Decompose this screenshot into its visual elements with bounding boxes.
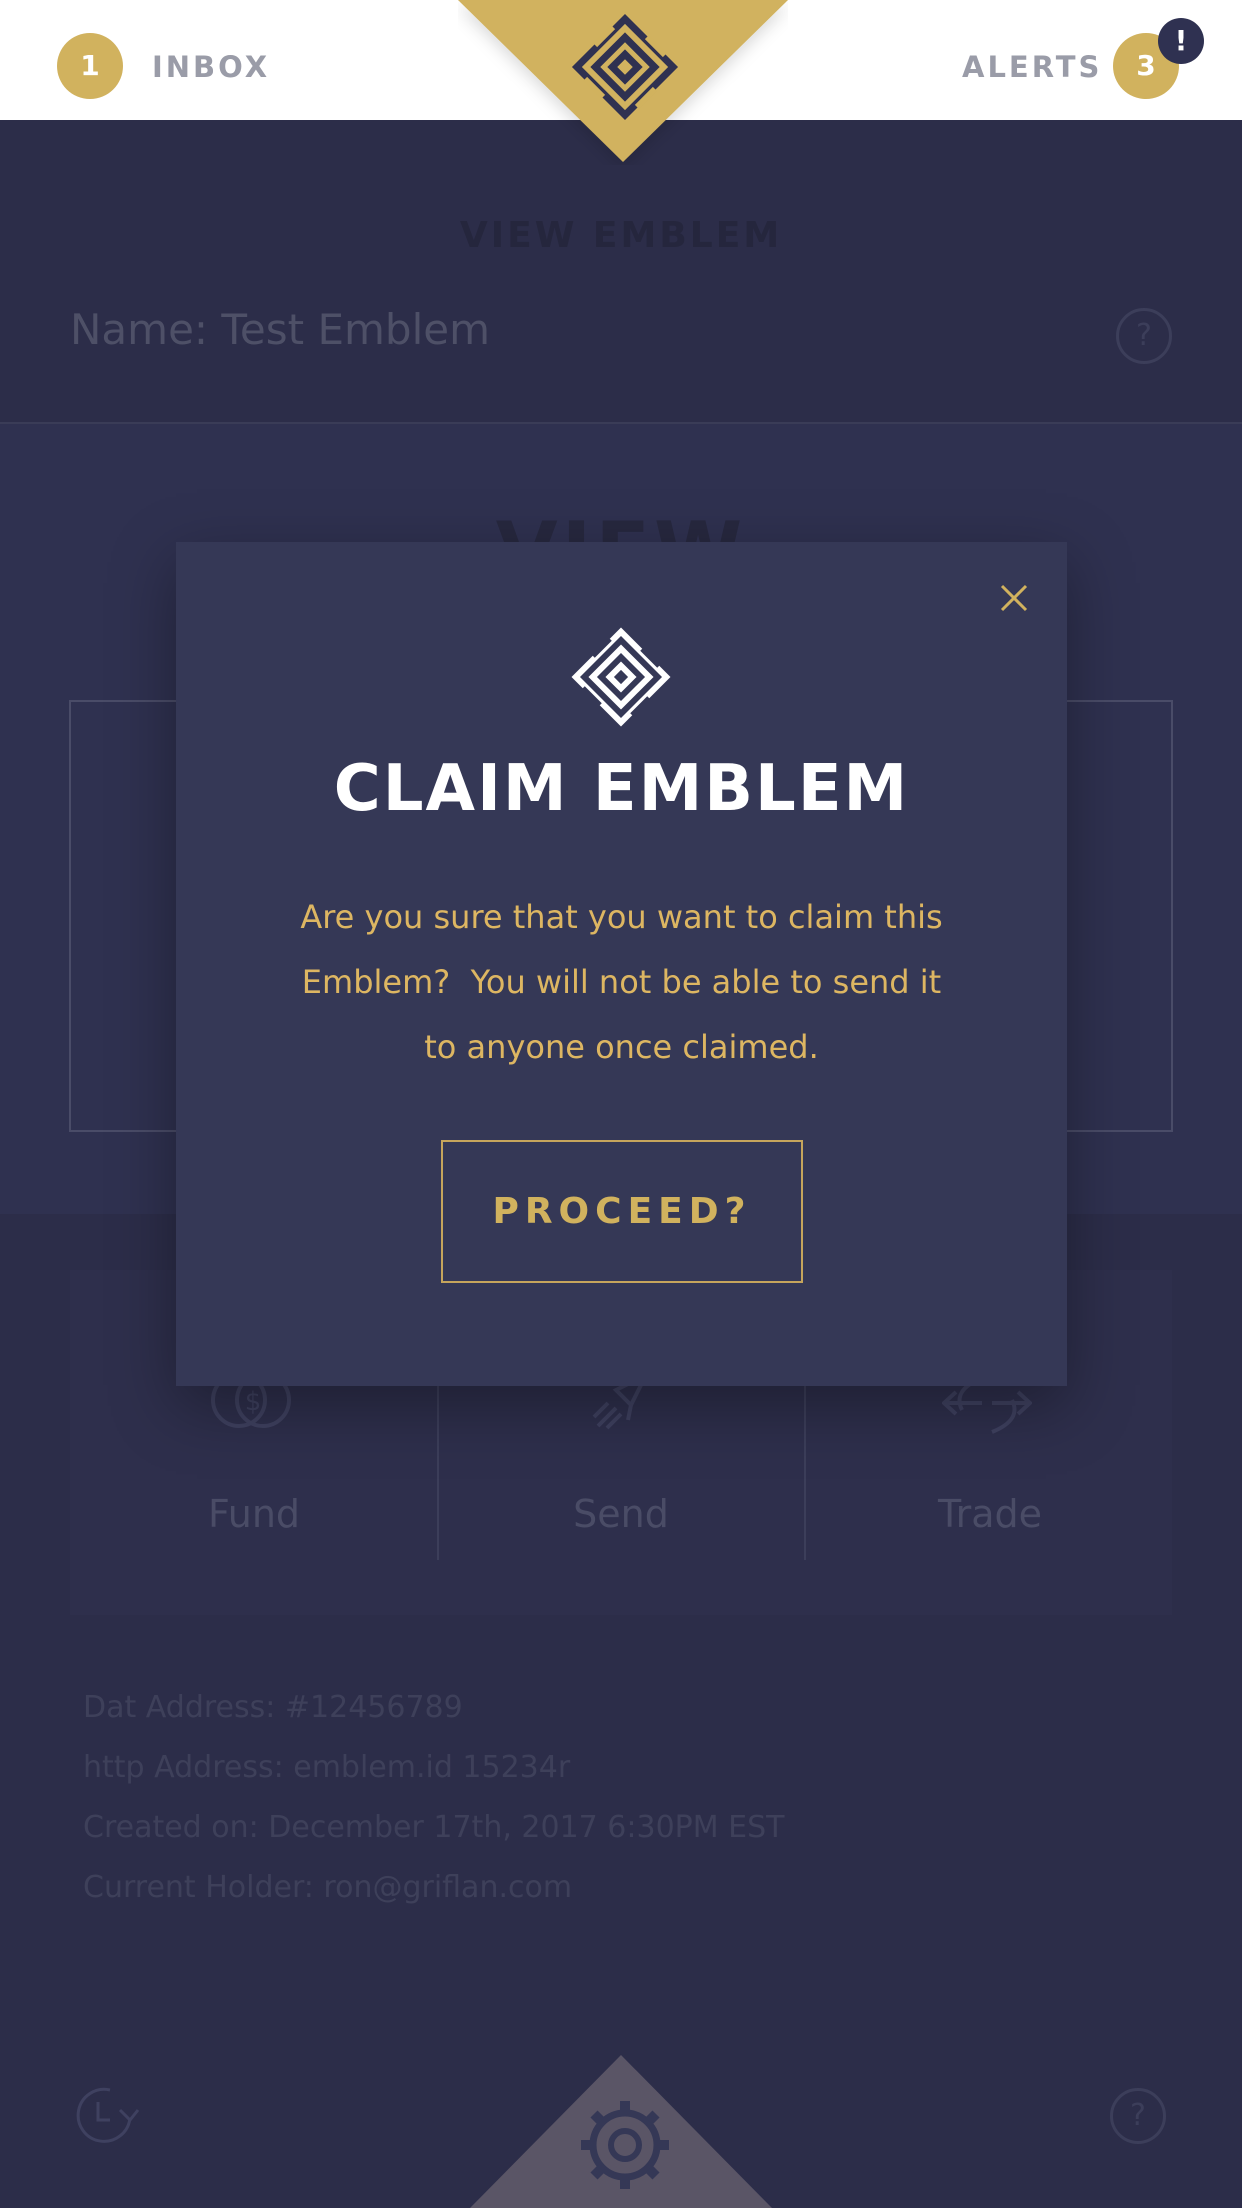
modal-message-line: to anyone once claimed. <box>424 1028 819 1066</box>
svg-text:$: $ <box>245 1387 262 1417</box>
alerts-link[interactable]: ALERTS <box>962 47 1102 87</box>
send-button[interactable]: Send <box>437 1492 805 1536</box>
close-icon[interactable] <box>996 580 1032 616</box>
help-icon[interactable]: ? <box>1116 308 1172 364</box>
gear-icon <box>470 2055 772 2208</box>
settings-button[interactable] <box>470 2055 772 2208</box>
inbox-link[interactable]: INBOX <box>152 47 270 87</box>
modal-message: Are you sure that you want to claim this… <box>286 885 957 1080</box>
modal-message-line: Are you sure that you want to claim this <box>300 898 943 936</box>
current-holder: Current Holder: ron@griflan.com <box>83 1870 573 1905</box>
emblem-name: Name: Test Emblem <box>70 305 490 354</box>
history-icon[interactable] <box>70 2080 140 2150</box>
fund-button[interactable]: Fund <box>70 1492 438 1536</box>
inbox-count-badge[interactable]: 1 <box>57 33 123 99</box>
trade-button[interactable]: Trade <box>806 1492 1174 1536</box>
emblem-logo-icon <box>458 0 788 162</box>
page-section-title: VIEW EMBLEM <box>459 215 783 256</box>
bottom-help-icon[interactable]: ? <box>1110 2088 1166 2144</box>
emblem-logo-icon <box>571 627 671 727</box>
home-logo-button[interactable] <box>458 0 788 165</box>
dat-address: Dat Address: #12456789 <box>83 1690 463 1725</box>
http-address: http Address: emblem.id 15234r <box>83 1750 571 1785</box>
modal-title: CLAIM EMBLEM <box>333 752 910 826</box>
alert-exclamation-badge: ! <box>1158 18 1204 64</box>
modal-message-line: Emblem? You will not be able to send it <box>301 963 942 1001</box>
proceed-button[interactable]: PROCEED? <box>441 1140 803 1283</box>
created-on: Created on: December 17th, 2017 6:30PM E… <box>83 1810 785 1845</box>
claim-emblem-modal: CLAIM EMBLEM Are you sure that you want … <box>176 542 1067 1386</box>
